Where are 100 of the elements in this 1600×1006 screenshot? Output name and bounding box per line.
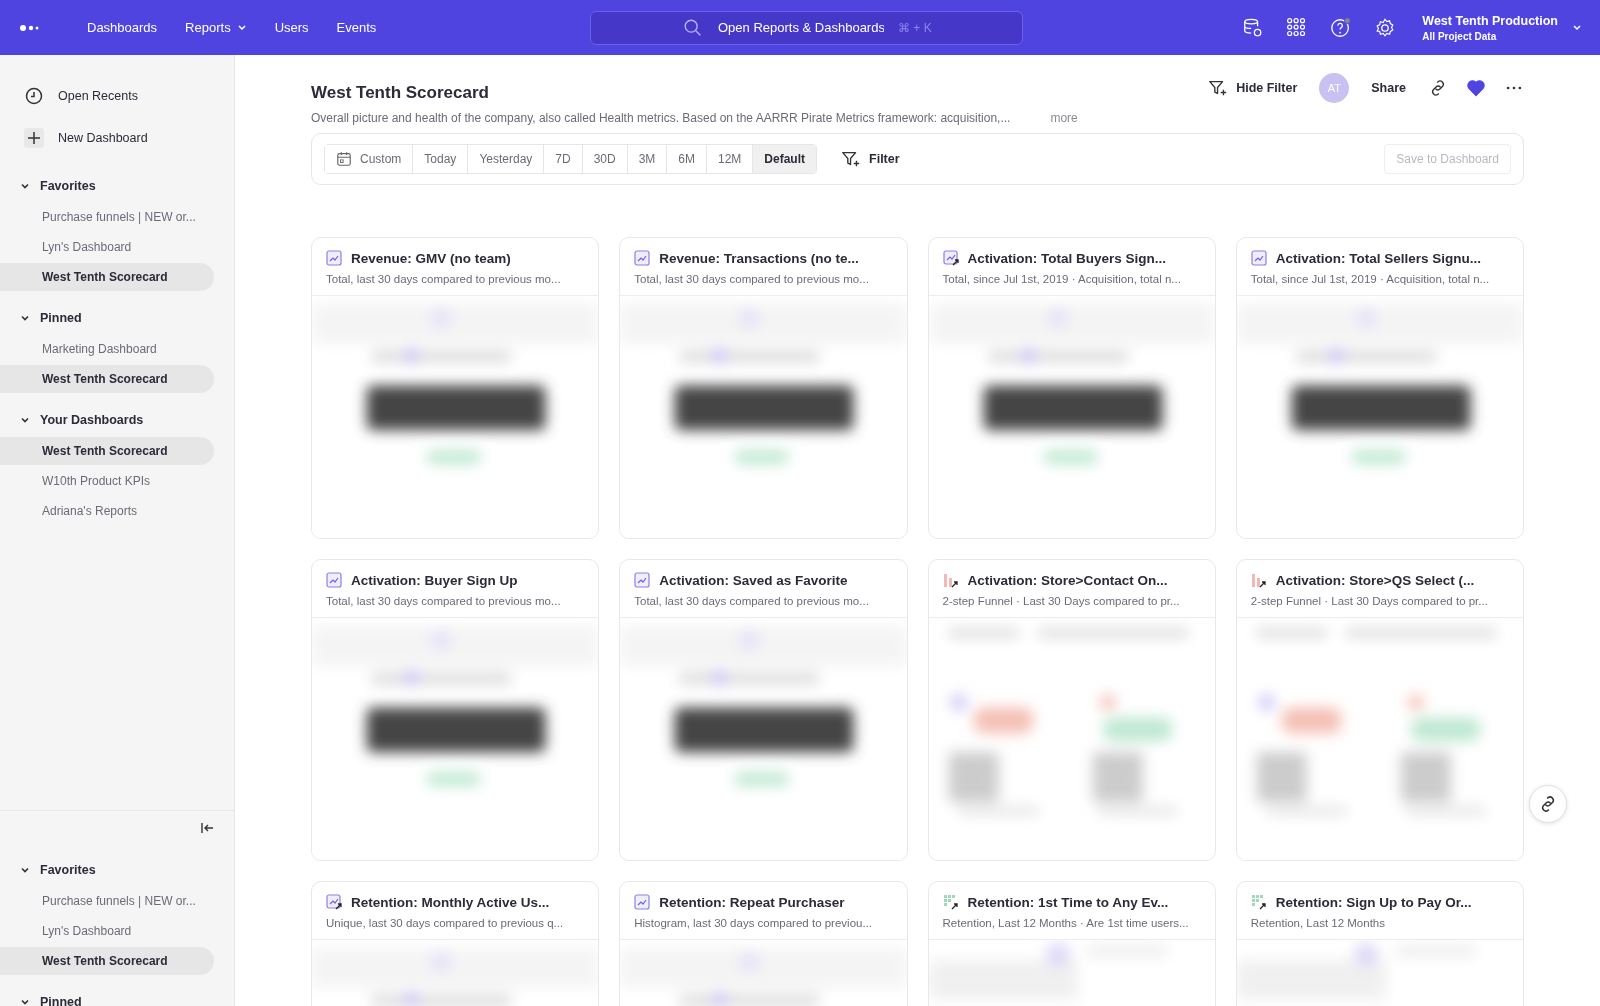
sidebar-action[interactable]: New Dashboard (0, 117, 234, 159)
sidebar-item[interactable]: West Tenth Scorecard (0, 263, 214, 291)
sidebar-item[interactable]: West Tenth Scorecard (0, 437, 214, 465)
help-icon[interactable] (1330, 16, 1353, 39)
link-button[interactable] (1529, 785, 1567, 823)
clock-icon (24, 86, 44, 106)
filter-icon (841, 149, 862, 169)
logo-icon[interactable] (20, 23, 40, 32)
sidebar-action[interactable]: Open Recents (0, 75, 234, 117)
heart-icon[interactable] (1466, 78, 1486, 98)
report-card[interactable]: Retention: Repeat Purchaser Histogram, last 30 days compared to previou... (619, 881, 908, 1006)
sidebar-item[interactable]: West Tenth Scorecard (0, 947, 214, 975)
card-title: Activation: Store>QS Select (... (1275, 572, 1475, 588)
card-title: Revenue: GMV (no team) (351, 250, 511, 266)
section-header[interactable]: Favorites (0, 171, 234, 201)
section-title: Your Dashboards (40, 413, 144, 427)
chevron-icon (20, 313, 30, 323)
collapse-sidebar-icon[interactable] (200, 821, 214, 835)
card-title: Activation: Saved as Favorite (659, 572, 848, 588)
sidebar-item[interactable]: West Tenth Scorecard (0, 365, 214, 393)
nav-link[interactable]: Users (260, 14, 323, 41)
project-scope: All Project Data (1422, 30, 1498, 42)
section-header[interactable]: Pinned (0, 303, 234, 333)
nav-link[interactable]: Events (322, 14, 391, 41)
card-subtitle: Total, last 30 days compared to previous mo... (634, 595, 870, 607)
sidebar-item[interactable]: Lyn's Dashboard (0, 233, 214, 261)
card-subtitle: Unique, last 30 days compared to previous q... (326, 917, 565, 929)
bar-chart-icon (1250, 572, 1267, 588)
card-subtitle: Retention, Last 12 Months · Are 1st time users... (942, 917, 1190, 929)
section-title: Favorites (40, 179, 96, 193)
section-title: Pinned (40, 995, 82, 1006)
report-card[interactable]: Retention: 1st Time to Any Ev... Retention, Last 12 Months · Are 1st time users... (927, 881, 1216, 1006)
section-title: Favorites (40, 863, 96, 877)
action-label: Open Recents (58, 89, 138, 103)
shortcut-hint: ⌘ + K (898, 20, 932, 35)
grid-chart-icon (1250, 894, 1267, 910)
chevron-icon (20, 997, 30, 1006)
section-title: Pinned (40, 311, 82, 325)
hide-filter-button[interactable]: Hide Filter (1204, 74, 1302, 102)
search-input[interactable]: Open Reports & Dashboards (716, 19, 886, 36)
chevron-icon (20, 865, 30, 875)
card-title: Retention: 1st Time to Any Ev... (967, 894, 1169, 910)
line-chart-icon (326, 250, 342, 266)
card-subtitle: Total, last 30 days compared to previous mo... (326, 595, 562, 607)
filter-icon (1208, 78, 1229, 98)
more-link[interactable]: more (1050, 111, 1078, 125)
card-subtitle: 2-step Funnel · Last 30 Days compared to pr... (942, 595, 1181, 607)
sidebar-item[interactable]: Purchase funnels | NEW or... (0, 203, 214, 231)
line-chart-icon (942, 250, 959, 266)
project-switcher[interactable]: West Tenth Production All Project Data (1422, 13, 1582, 42)
card-subtitle: Total, last 30 days compared to previous mo... (326, 273, 562, 285)
card-subtitle: Histogram, last 30 days compared to previou... (634, 917, 874, 929)
line-chart-icon (634, 894, 651, 910)
dashboard-description: Overall picture and health of the company, also called Health metrics. Based on the AARRR Pirate Metrics framework: acquisition,... (311, 111, 1011, 125)
date-range-tab[interactable]: Default (753, 145, 817, 173)
nav-link[interactable]: Reports (171, 14, 261, 41)
section-header[interactable]: Favorites (0, 855, 234, 885)
caret-icon (1572, 22, 1582, 33)
line-chart-icon (634, 572, 651, 588)
card-title: Activation: Total Buyers Sign... (967, 250, 1167, 266)
report-card[interactable]: Activation: Total Buyers Sign... Total, since Jul 1st, 2019 · Acquisition, total n... (927, 237, 1216, 539)
card-title: Retention: Monthly Active Us... (351, 894, 550, 910)
sidebar-item[interactable]: Lyn's Dashboard (0, 917, 214, 945)
action-label: New Dashboard (58, 131, 148, 145)
sidebar-item[interactable]: W10th Product KPIs (0, 467, 214, 495)
plus-icon (24, 128, 44, 148)
report-card[interactable]: Activation: Buyer Sign Up Total, last 30 days compared to previous mo... (311, 559, 600, 861)
report-card[interactable]: Activation: Total Sellers Signu... Total, since Jul 1st, 2019 · Acquisition, total n... (1235, 237, 1524, 539)
report-card[interactable]: Revenue: GMV (no team) Total, last 30 days compared to previous mo... (311, 237, 600, 539)
sidebar-item[interactable]: Purchase funnels | NEW or... (0, 887, 214, 915)
report-card[interactable]: Retention: Monthly Active Us... Unique, last 30 days compared to previous q... (311, 881, 600, 1006)
card-subtitle: Retention, Last 12 Months (1250, 917, 1386, 929)
report-card[interactable]: Activation: Store>Contact On... 2-step Funnel · Last 30 Days compared to pr... (927, 559, 1216, 861)
sidebar-item[interactable]: Marketing Dashboard (0, 335, 214, 363)
report-card[interactable]: Activation: Store>QS Select (... 2-step Funnel · Last 30 Days compared to pr... (1235, 559, 1524, 861)
sidebar-item[interactable]: Adriana's Reports (0, 497, 214, 525)
nav-link[interactable]: Dashboards (73, 14, 172, 41)
card-title: Revenue: Transactions (no te... (659, 250, 859, 266)
report-card[interactable]: Revenue: Transactions (no te... Total, last 30 days compared to previous mo... (619, 237, 908, 539)
filter-button[interactable]: Filter (837, 145, 904, 173)
share-button[interactable]: Share (1367, 77, 1410, 99)
line-chart-icon (326, 894, 342, 910)
card-title: Activation: Buyer Sign Up (351, 572, 518, 588)
line-chart-icon (326, 572, 342, 588)
calendar-icon (336, 151, 352, 167)
card-title: Retention: Sign Up to Pay Or... (1275, 894, 1472, 910)
grid-chart-icon (942, 894, 959, 910)
card-subtitle: Total, since Jul 1st, 2019 · Acquisition, total n... (1250, 273, 1491, 285)
report-card[interactable]: Activation: Saved as Favorite Total, last 30 days compared to previous mo... (619, 559, 908, 861)
section-header[interactable]: Pinned (0, 987, 234, 1006)
card-title: Retention: Repeat Purchaser (659, 894, 845, 910)
chevron-icon (20, 415, 30, 425)
chevron-icon (20, 181, 30, 191)
line-chart-icon (1250, 250, 1267, 266)
card-title: Activation: Store>Contact On... (967, 572, 1168, 588)
project-name: West Tenth Production (1422, 13, 1558, 28)
date-range-tab[interactable]: Custom (325, 145, 414, 173)
report-card[interactable]: Retention: Sign Up to Pay Or... Retention, Last 12 Months (1235, 881, 1524, 1006)
card-title: Activation: Total Sellers Signu... (1275, 250, 1482, 266)
section-header[interactable]: Your Dashboards (0, 405, 234, 435)
